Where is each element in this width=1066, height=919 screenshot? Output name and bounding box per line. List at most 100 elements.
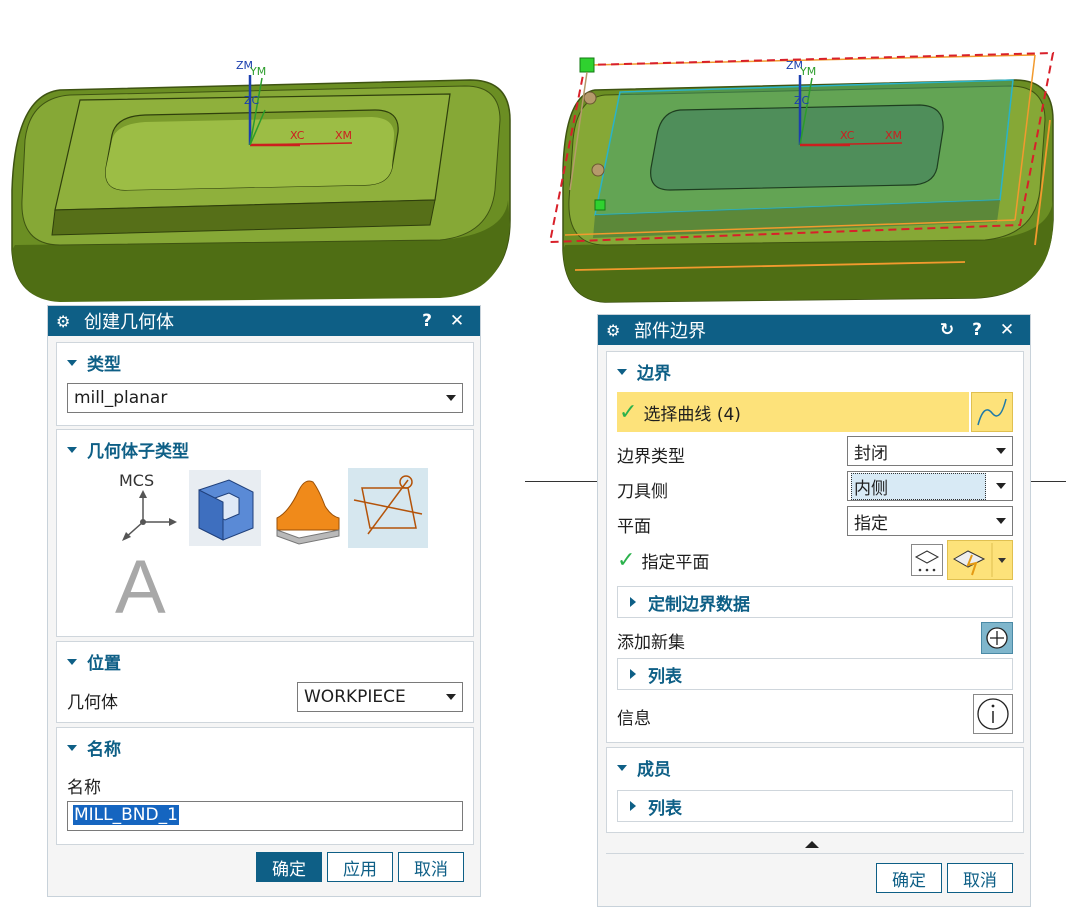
chevron-down-icon — [996, 518, 1006, 524]
gear-icon: ⚙ — [606, 320, 621, 340]
axis-xc-label: XC — [290, 129, 305, 142]
handle-ball-1[interactable] — [583, 91, 597, 105]
collapse-icon — [67, 359, 77, 366]
inferred-plane-icon[interactable] — [947, 540, 1013, 580]
viewport-right[interactable]: ZM YM ZC XC XM — [545, 50, 1066, 310]
members-list-section[interactable]: 列表 — [617, 790, 1013, 822]
mill-area-icon[interactable] — [269, 470, 345, 546]
specify-plane-row: ✓ 指定平面 — [617, 548, 709, 573]
help-button[interactable]: ? — [962, 320, 992, 340]
add-set-button[interactable] — [981, 622, 1013, 654]
boundary-section-header[interactable]: 边界 — [617, 359, 671, 384]
create-geometry-dialog: ⚙ 创建几何体 ? ✕ 类型 mill_planar 几何体子类型 MCS A … — [47, 305, 481, 897]
position-section-header[interactable]: 位置 — [67, 649, 121, 674]
type-section: 类型 mill_planar — [56, 342, 474, 426]
apply-button[interactable]: 应用 — [327, 852, 393, 882]
text-a-icon[interactable]: A — [113, 548, 185, 628]
axis-ym-label: YM — [799, 65, 816, 78]
members-section-header[interactable]: 成员 — [617, 755, 671, 780]
cancel-button[interactable]: 取消 — [398, 852, 464, 882]
geometry-select[interactable]: WORKPIECE — [297, 682, 463, 712]
axis-xm-label: XM — [885, 129, 902, 142]
info-icon — [977, 698, 1009, 730]
name-section: 名称 名称 MILL_BND_1 — [56, 727, 474, 845]
tool-side-label: 刀具侧 — [617, 482, 668, 502]
drag-handle-bottom[interactable] — [594, 199, 606, 211]
ok-button[interactable]: 确定 — [876, 863, 942, 893]
collapse-icon — [67, 744, 77, 751]
name-section-label: 名称 — [87, 740, 121, 760]
select-curve-row[interactable]: ✓ 选择曲线 (4) — [617, 392, 969, 432]
dialog-title: 创建几何体 — [84, 312, 174, 333]
chevron-down-icon — [996, 448, 1006, 454]
info-button[interactable] — [973, 694, 1013, 734]
plane-select[interactable]: 指定 — [847, 506, 1013, 536]
position-section-label: 位置 — [87, 654, 121, 674]
subtype-section-header[interactable]: 几何体子类型 — [67, 437, 189, 462]
boundary-section: 边界 ✓ 选择曲线 (4) 边界类型 封闭 刀具侧 内侧 平面 指定 ✓ 指定平… — [606, 351, 1024, 743]
reset-button[interactable]: ↻ — [932, 320, 962, 340]
boundary-section-label: 边界 — [637, 364, 671, 384]
boundary-type-label: 边界类型 — [617, 447, 685, 467]
type-section-header[interactable]: 类型 — [67, 350, 121, 375]
axis-ym-label: YM — [249, 65, 266, 78]
list-section[interactable]: 列表 — [617, 658, 1013, 690]
drag-handle-top[interactable] — [579, 57, 595, 73]
gear-icon: ⚙ — [56, 311, 71, 331]
dialog-title: 部件边界 — [634, 321, 706, 342]
workpiece-icon[interactable] — [189, 470, 261, 546]
select-curve-label: 选择曲线 (4) — [643, 404, 741, 425]
add-set-label: 添加新集 — [617, 633, 685, 653]
members-list-label: 列表 — [648, 798, 682, 819]
subtype-section-label: 几何体子类型 — [87, 442, 189, 462]
info-label: 信息 — [617, 709, 651, 729]
name-section-header[interactable]: 名称 — [67, 735, 121, 760]
boundary-type-value: 封闭 — [854, 443, 888, 464]
chevron-down-icon — [446, 395, 456, 401]
name-input[interactable]: MILL_BND_1 — [67, 801, 463, 831]
collapse-icon — [67, 658, 77, 665]
collapse-icon — [617, 368, 627, 375]
dialog-title-bar: ⚙ 创建几何体 ? ✕ — [48, 306, 480, 336]
expand-icon — [630, 669, 636, 679]
check-icon: ✓ — [619, 399, 638, 425]
close-button[interactable]: ✕ — [442, 311, 472, 331]
close-button[interactable]: ✕ — [992, 320, 1022, 340]
axis-zc-label: ZC — [794, 94, 810, 107]
plus-circle-icon — [986, 627, 1008, 649]
divider-line-right — [1030, 481, 1066, 482]
name-input-value: MILL_BND_1 — [73, 805, 179, 825]
expand-icon — [630, 801, 636, 811]
viewport-left[interactable]: ZM YM ZC XC XM — [0, 50, 530, 310]
mill-bnd-icon[interactable] — [348, 468, 428, 548]
specify-plane-label: 指定平面 — [641, 553, 710, 573]
tool-side-select[interactable]: 内侧 — [847, 471, 1013, 501]
type-select-value: mill_planar — [74, 388, 168, 408]
collapse-more-icon[interactable] — [805, 841, 819, 848]
ok-button[interactable]: 确定 — [256, 852, 322, 882]
collapse-icon — [67, 446, 77, 453]
mcs-icon-text: MCS — [119, 471, 154, 490]
axis-xc-label: XC — [840, 129, 855, 142]
mcs-icon[interactable]: MCS — [113, 470, 185, 546]
chevron-down-icon — [446, 694, 456, 700]
curve-icon[interactable] — [971, 392, 1013, 432]
members-section: 成员 列表 — [606, 747, 1024, 833]
plane-value: 指定 — [854, 513, 888, 534]
text-a-label: A — [115, 545, 166, 630]
cancel-button[interactable]: 取消 — [947, 863, 1013, 893]
type-section-label: 类型 — [87, 355, 121, 375]
type-select[interactable]: mill_planar — [67, 383, 463, 413]
plane-dialog-icon[interactable] — [911, 544, 943, 576]
expand-icon — [630, 597, 636, 607]
name-label: 名称 — [67, 778, 101, 798]
boundary-type-select[interactable]: 封闭 — [847, 436, 1013, 466]
dialog-title-bar: ⚙ 部件边界 ↻ ? ✕ — [598, 315, 1030, 345]
help-button[interactable]: ? — [412, 311, 442, 331]
axis-zc-label: ZC — [244, 94, 260, 107]
custom-boundary-data-section[interactable]: 定制边界数据 — [617, 586, 1013, 618]
geometry-label: 几何体 — [67, 693, 118, 713]
check-icon: ✓ — [617, 548, 636, 573]
list-label: 列表 — [648, 666, 682, 687]
handle-ball-2[interactable] — [591, 163, 605, 177]
